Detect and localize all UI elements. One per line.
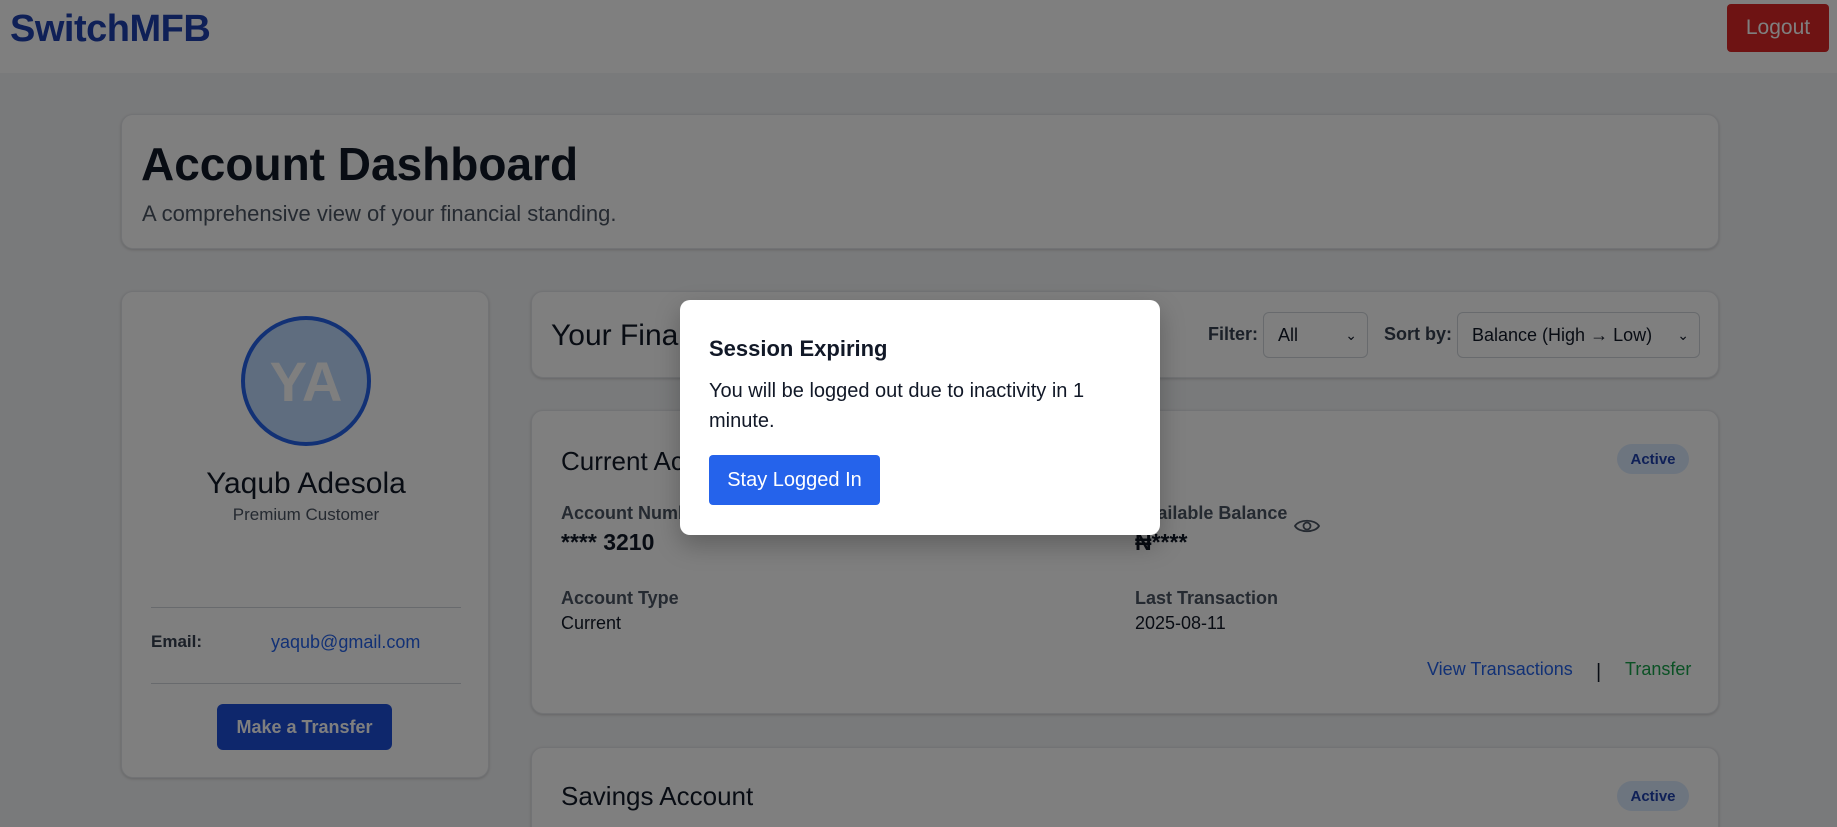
- dialog-title: Session Expiring: [709, 336, 888, 361]
- stay-logged-in-button[interactable]: Stay Logged In: [709, 455, 880, 505]
- session-expiring-dialog: Session Expiring You will be logged out …: [680, 300, 1160, 535]
- dialog-message: You will be logged out due to inactivity…: [709, 380, 1085, 432]
